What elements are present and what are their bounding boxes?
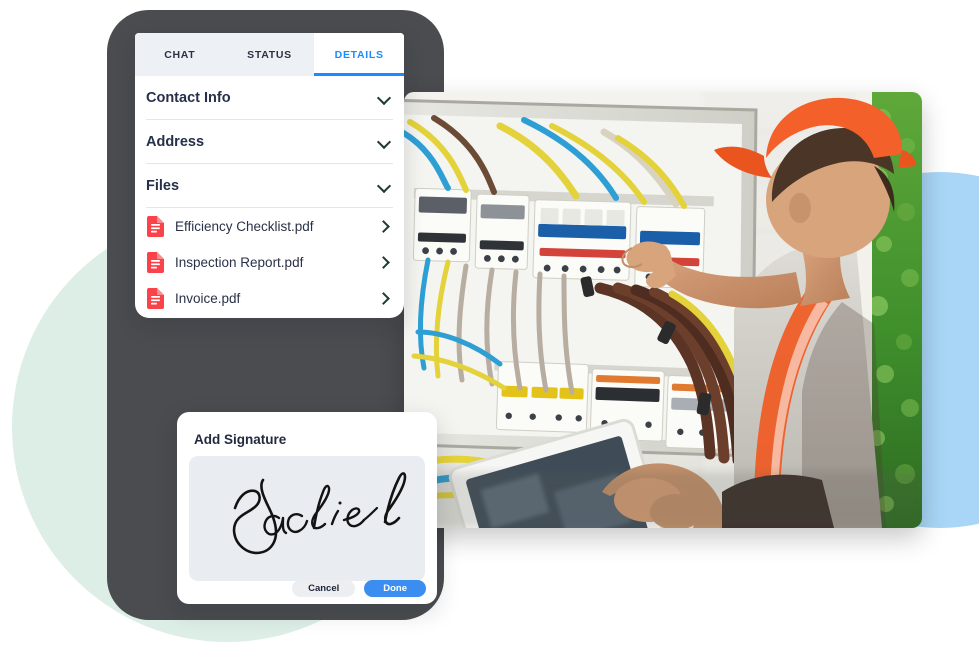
list-item[interactable]: Efficiency Checklist.pdf — [147, 208, 392, 244]
chevron-right-icon — [378, 257, 388, 267]
pdf-file-icon — [147, 251, 164, 273]
section-contact-info[interactable]: Contact Info — [146, 76, 393, 120]
signature-canvas[interactable] — [189, 456, 425, 581]
section-address-label: Address — [146, 133, 205, 150]
section-address[interactable]: Address — [146, 120, 393, 164]
chevron-right-icon — [378, 293, 388, 303]
photo-illustration — [404, 92, 922, 528]
done-button[interactable]: Done — [364, 580, 426, 597]
chevron-down-icon — [378, 181, 391, 190]
chevron-down-icon — [378, 93, 391, 102]
section-list: Contact Info Address Files Efficiency Ch… — [135, 76, 404, 316]
chevron-down-icon — [378, 137, 391, 146]
chevron-right-icon — [378, 221, 388, 231]
tab-bar: CHAT STATUS DETAILS — [135, 33, 404, 76]
file-name: Efficiency Checklist.pdf — [175, 218, 314, 234]
electrician-photo — [404, 92, 922, 528]
cancel-button[interactable]: Cancel — [292, 580, 356, 597]
section-files[interactable]: Files — [146, 164, 393, 208]
dialog-title: Add Signature — [194, 432, 287, 447]
section-files-label: Files — [146, 177, 180, 194]
list-item[interactable]: Inspection Report.pdf — [147, 244, 392, 280]
pdf-file-icon — [147, 215, 164, 237]
list-item[interactable]: Invoice.pdf — [147, 280, 392, 316]
tab-chat[interactable]: CHAT — [135, 33, 225, 76]
tab-status[interactable]: STATUS — [224, 33, 315, 76]
file-name: Invoice.pdf — [175, 290, 241, 306]
pdf-file-icon — [147, 287, 164, 309]
tab-details[interactable]: DETAILS — [314, 33, 404, 76]
details-panel: CHAT STATUS DETAILS Contact Info Address… — [135, 33, 404, 318]
signature-stroke — [232, 472, 407, 555]
file-name: Inspection Report.pdf — [175, 254, 304, 270]
dialog-actions: Cancel Done — [292, 580, 426, 597]
add-signature-dialog: Add Signature Cancel Done — [177, 412, 437, 604]
section-contact-info-label: Contact Info — [146, 89, 231, 106]
